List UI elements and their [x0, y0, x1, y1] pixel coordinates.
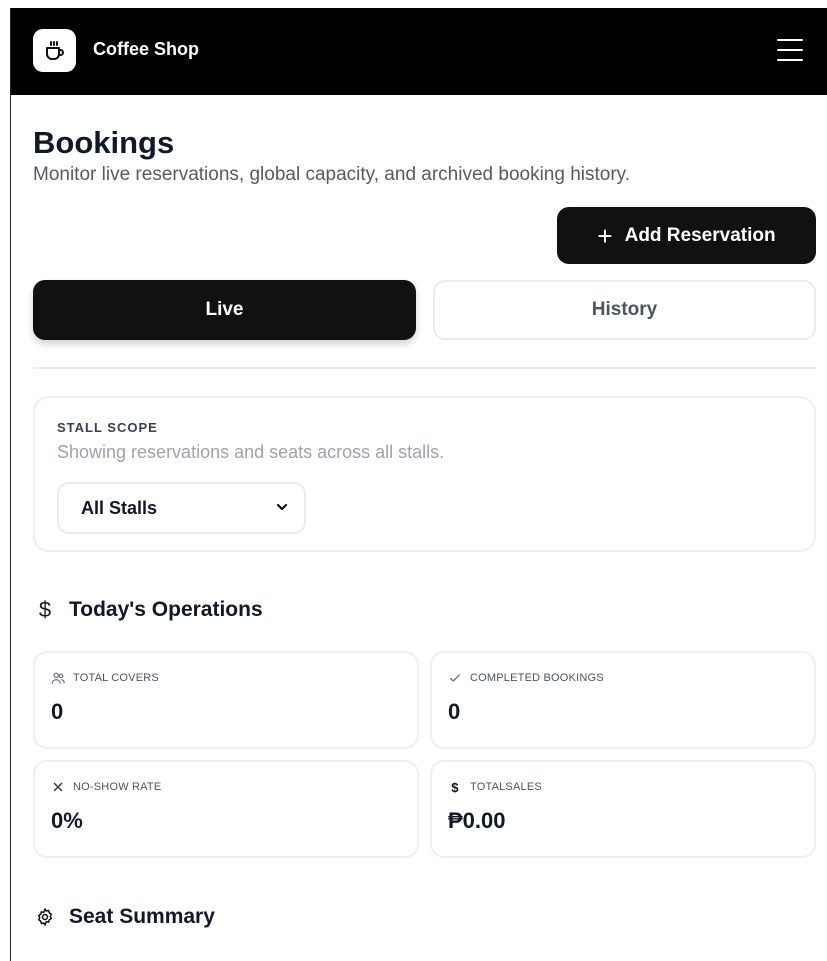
stat-value: 0	[51, 699, 64, 724]
gear-icon	[33, 907, 57, 927]
stat-no-show-rate: NO-SHOW RATE 0%	[33, 760, 419, 858]
stat-total-covers: TOTAL COVERS 0	[33, 651, 419, 749]
app-title: Coffee Shop	[93, 39, 199, 59]
stat-total-sales: $ TOTALSALES ₱0.00	[430, 760, 816, 858]
dollar-icon: $	[451, 779, 459, 795]
add-reservation-label: Add Reservation	[624, 224, 776, 246]
todays-operations-title: Today's Operations	[69, 598, 263, 621]
coffee-cup-icon[interactable]	[33, 29, 76, 72]
add-reservation-button[interactable]: + Add Reservation	[557, 207, 816, 264]
chevron-down-icon	[276, 503, 288, 511]
stat-label: NO-SHOW RATE	[73, 781, 162, 793]
stall-scope-description: Showing reservations and seats across al…	[57, 442, 445, 462]
stat-label-row: NO-SHOW RATE	[51, 780, 161, 794]
seat-summary-heading: Seat Summary	[33, 905, 215, 929]
stat-value: 0	[448, 699, 461, 724]
tab-history[interactable]: History	[433, 280, 816, 340]
stat-label: TOTALSALES	[470, 781, 542, 793]
hamburger-menu-icon[interactable]	[777, 37, 803, 63]
divider	[33, 367, 816, 369]
top-bar: Coffee Shop	[11, 8, 827, 95]
x-icon	[51, 780, 65, 794]
app-frame: Coffee Shop Bookings Monitor live reserv…	[10, 8, 827, 961]
stat-value: ₱0.00	[448, 808, 506, 833]
stall-scope-card: STALL SCOPE Showing reservations and sea…	[33, 396, 816, 552]
plus-icon: +	[597, 220, 613, 251]
stat-label-row: $ TOTALSALES	[448, 779, 542, 795]
stall-scope-title: STALL SCOPE	[57, 420, 158, 435]
stat-value: 0%	[51, 808, 83, 833]
todays-operations-heading: $ Today's Operations	[33, 597, 263, 623]
seat-summary-title: Seat Summary	[69, 905, 215, 928]
tab-live[interactable]: Live	[33, 280, 416, 340]
stall-select-value: All Stalls	[81, 497, 158, 518]
check-icon	[448, 671, 462, 685]
stat-label: COMPLETED BOOKINGS	[470, 672, 604, 684]
stat-label-row: TOTAL COVERS	[51, 671, 159, 685]
dollar-icon: $	[38, 597, 52, 622]
page-title: Bookings	[33, 125, 175, 160]
stall-select[interactable]: All Stalls	[57, 482, 306, 534]
page-subtitle: Monitor live reservations, global capaci…	[33, 164, 631, 185]
stat-label: TOTAL COVERS	[73, 672, 159, 684]
stat-completed-bookings: COMPLETED BOOKINGS 0	[430, 651, 816, 749]
stat-label-row: COMPLETED BOOKINGS	[448, 671, 604, 685]
users-icon	[51, 671, 65, 685]
